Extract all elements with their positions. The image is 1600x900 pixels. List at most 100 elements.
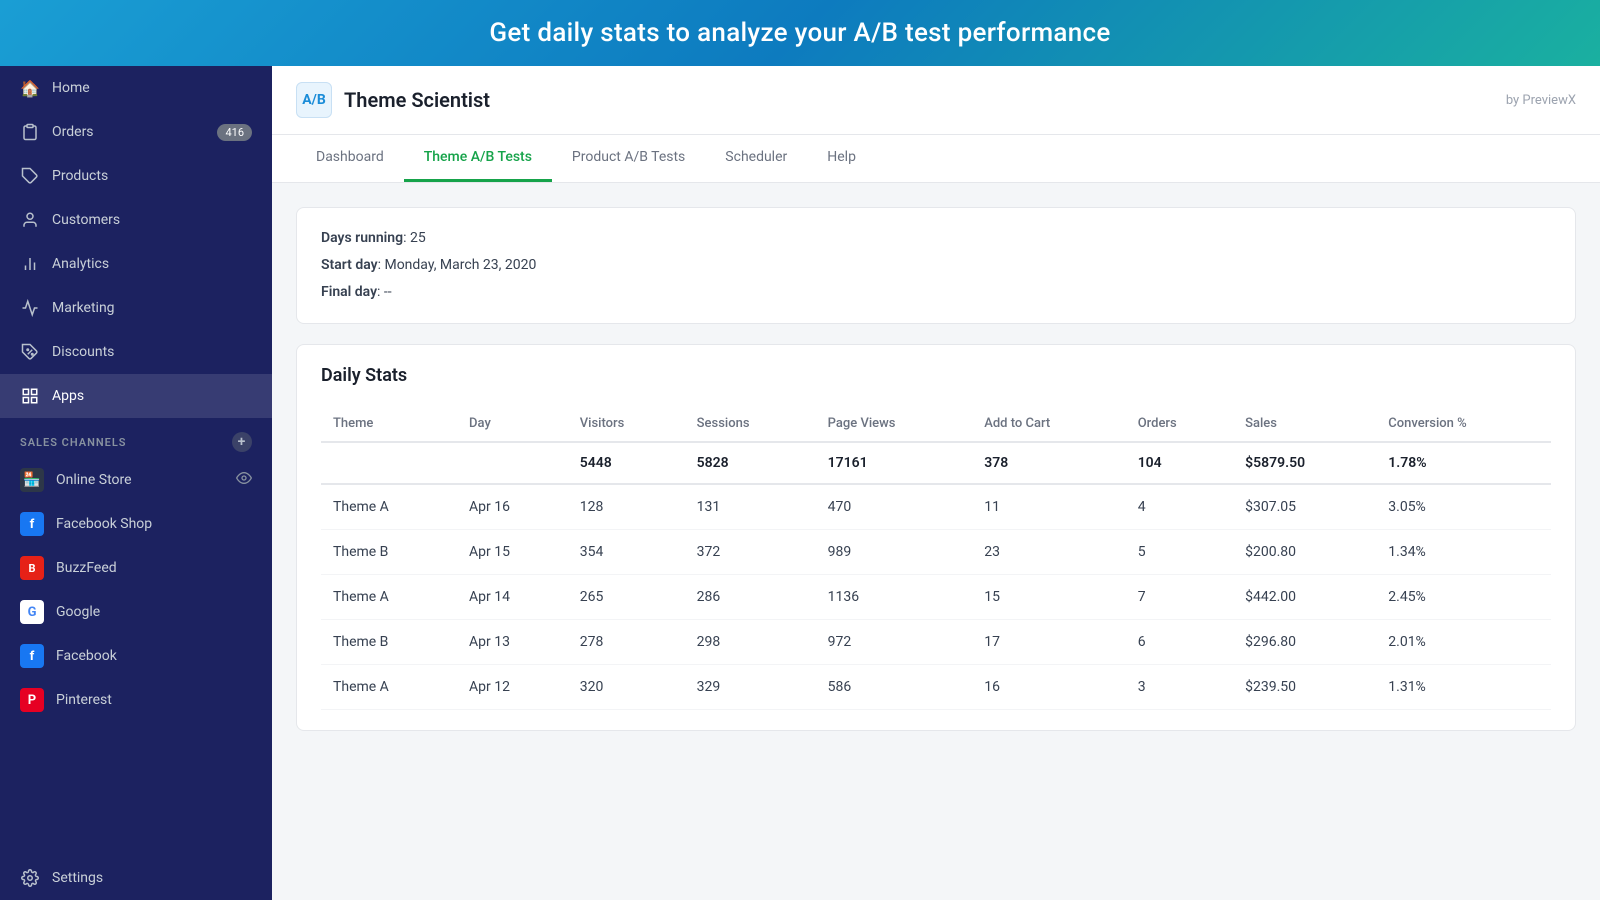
- col-page-views: Page Views: [816, 406, 973, 442]
- sidebar-item-discounts[interactable]: Discounts: [0, 330, 272, 374]
- sidebar-item-products[interactable]: Products: [0, 154, 272, 198]
- col-orders: Orders: [1126, 406, 1233, 442]
- sidebar-item-label: Apps: [52, 388, 84, 404]
- total-page-views: 17161: [816, 442, 973, 484]
- sidebar-item-home[interactable]: 🏠 Home: [0, 66, 272, 110]
- sidebar: 🏠 Home Orders 416 Products Customers: [0, 66, 272, 900]
- total-sessions: 5828: [685, 442, 816, 484]
- settings-label: Settings: [52, 870, 103, 886]
- total-orders: 104: [1126, 442, 1233, 484]
- table-row: Theme AApr 12320329586163$239.501.31%: [321, 665, 1551, 710]
- sidebar-item-label: Discounts: [52, 344, 114, 360]
- discounts-icon: [20, 342, 40, 362]
- table-header: Theme Day Visitors Sessions Page Views A…: [321, 406, 1551, 442]
- facebook-shop-icon: f: [20, 512, 44, 536]
- products-icon: [20, 166, 40, 186]
- daily-stats-title: Daily Stats: [321, 365, 1551, 386]
- home-icon: 🏠: [20, 78, 40, 98]
- col-day: Day: [457, 406, 568, 442]
- content-area: A/B Theme Scientist by PreviewX Dashboar…: [272, 66, 1600, 900]
- table-row: Theme BApr 13278298972176$296.802.01%: [321, 620, 1551, 665]
- test-info-card: Days running: 25 Start day: Monday, Marc…: [296, 207, 1576, 324]
- final-day-label: Final day: [321, 284, 377, 300]
- days-running-label: Days running: [321, 230, 403, 246]
- total-sales: $5879.50: [1233, 442, 1376, 484]
- channel-label: Facebook Shop: [56, 516, 152, 532]
- orders-badge: 416: [217, 124, 252, 141]
- banner-text: Get daily stats to analyze your A/B test…: [489, 18, 1110, 48]
- final-day-value: --: [384, 284, 392, 300]
- tabs-bar: Dashboard Theme A/B Tests Product A/B Te…: [272, 135, 1600, 183]
- sidebar-item-online-store[interactable]: 🏪 Online Store: [0, 458, 272, 502]
- col-sessions: Sessions: [685, 406, 816, 442]
- tab-theme-ab-tests[interactable]: Theme A/B Tests: [404, 135, 552, 182]
- sidebar-item-label: Customers: [52, 212, 120, 228]
- sidebar-item-facebook[interactable]: f Facebook: [0, 634, 272, 678]
- sidebar-item-orders[interactable]: Orders 416: [0, 110, 272, 154]
- analytics-icon: [20, 254, 40, 274]
- eye-icon[interactable]: [236, 470, 252, 490]
- sidebar-item-apps[interactable]: Apps: [0, 374, 272, 418]
- app-logo: A/B: [296, 82, 332, 118]
- facebook-icon: f: [20, 644, 44, 668]
- add-channel-button[interactable]: +: [232, 432, 252, 452]
- table-body: 5448 5828 17161 378 104 $5879.50 1.78% T…: [321, 442, 1551, 710]
- header-row: Theme Day Visitors Sessions Page Views A…: [321, 406, 1551, 442]
- col-sales: Sales: [1233, 406, 1376, 442]
- channel-label: Facebook: [56, 648, 117, 664]
- totals-row: 5448 5828 17161 378 104 $5879.50 1.78%: [321, 442, 1551, 484]
- online-store-icon: 🏪: [20, 468, 44, 492]
- channel-label: Online Store: [56, 472, 132, 488]
- col-visitors: Visitors: [568, 406, 685, 442]
- tab-scheduler[interactable]: Scheduler: [705, 135, 807, 182]
- channel-label: BuzzFeed: [56, 560, 117, 576]
- daily-stats-table: Theme Day Visitors Sessions Page Views A…: [321, 406, 1551, 710]
- final-day-line: Final day: --: [321, 282, 1551, 303]
- total-conversion: 1.78%: [1376, 442, 1551, 484]
- orders-icon: [20, 122, 40, 142]
- table-row: Theme AApr 16128131470114$307.053.05%: [321, 484, 1551, 530]
- customers-icon: [20, 210, 40, 230]
- sidebar-item-pinterest[interactable]: P Pinterest: [0, 678, 272, 722]
- days-running-value: 25: [410, 230, 426, 246]
- tab-dashboard[interactable]: Dashboard: [296, 135, 404, 182]
- tab-product-ab-tests[interactable]: Product A/B Tests: [552, 135, 705, 182]
- total-add-to-cart: 378: [972, 442, 1125, 484]
- sidebar-item-analytics[interactable]: Analytics: [0, 242, 272, 286]
- sidebar-item-marketing[interactable]: Marketing: [0, 286, 272, 330]
- col-theme: Theme: [321, 406, 457, 442]
- sidebar-item-label: Analytics: [52, 256, 109, 272]
- channel-label: Pinterest: [56, 692, 112, 708]
- sidebar-item-label: Home: [52, 80, 90, 96]
- start-day-line: Start day: Monday, March 23, 2020: [321, 255, 1551, 276]
- col-conversion: Conversion %: [1376, 406, 1551, 442]
- pinterest-icon: P: [20, 688, 44, 712]
- start-day-value: Monday, March 23, 2020: [384, 257, 536, 273]
- sales-channels-header: SALES CHANNELS +: [0, 418, 272, 458]
- sidebar-item-label: Marketing: [52, 300, 115, 316]
- total-visitors: 5448: [568, 442, 685, 484]
- sidebar-item-google[interactable]: G Google: [0, 590, 272, 634]
- buzzfeed-icon: B: [20, 556, 44, 580]
- col-add-to-cart: Add to Cart: [972, 406, 1125, 442]
- app-title-group: A/B Theme Scientist: [296, 82, 490, 118]
- sidebar-item-label: Orders: [52, 124, 94, 140]
- table-row: Theme AApr 142652861136157$442.002.45%: [321, 575, 1551, 620]
- top-banner: Get daily stats to analyze your A/B test…: [0, 0, 1600, 66]
- tab-help[interactable]: Help: [807, 135, 876, 182]
- table-row: Theme BApr 15354372989235$200.801.34%: [321, 530, 1551, 575]
- settings-icon: [20, 868, 40, 888]
- sidebar-item-buzzfeed[interactable]: B BuzzFeed: [0, 546, 272, 590]
- start-day-label: Start day: [321, 257, 378, 273]
- by-preview-text: by PreviewX: [1506, 93, 1576, 108]
- sidebar-item-settings[interactable]: Settings: [0, 856, 272, 900]
- days-running-line: Days running: 25: [321, 228, 1551, 249]
- sidebar-item-facebook-shop[interactable]: f Facebook Shop: [0, 502, 272, 546]
- marketing-icon: [20, 298, 40, 318]
- main-content: Days running: 25 Start day: Monday, Marc…: [272, 183, 1600, 900]
- sidebar-item-customers[interactable]: Customers: [0, 198, 272, 242]
- sales-channels-label: SALES CHANNELS: [20, 436, 127, 449]
- channel-label: Google: [56, 604, 100, 620]
- app-title: Theme Scientist: [344, 88, 490, 112]
- google-icon: G: [20, 600, 44, 624]
